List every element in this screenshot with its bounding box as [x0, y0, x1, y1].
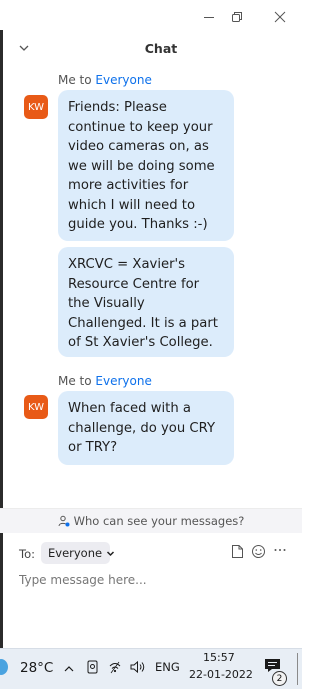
chevron-down-icon: [106, 549, 115, 558]
recipient-dropdown[interactable]: Everyone: [41, 542, 115, 564]
close-icon[interactable]: [267, 4, 293, 30]
avatar: KW: [24, 395, 48, 419]
message-sender: Me to Everyone: [58, 374, 152, 388]
sender-prefix: Me to: [58, 374, 96, 388]
message-bubble[interactable]: When faced with a challenge, do you CRY …: [58, 391, 234, 465]
recipient-link[interactable]: Everyone: [95, 73, 151, 87]
to-label: To:: [19, 547, 35, 561]
restore-icon[interactable]: [224, 4, 250, 30]
person-icon: [58, 515, 70, 527]
taskbar: 28°C ENG 15:57 22-01-2022 2: [0, 648, 302, 689]
clock-date[interactable]: 22-01-2022: [189, 668, 253, 681]
avatar: KW: [24, 95, 48, 119]
message-bubble[interactable]: Friends: Please continue to keep your vi…: [58, 90, 234, 241]
wifi-icon[interactable]: [108, 659, 122, 679]
emoji-icon[interactable]: [251, 544, 266, 563]
message-bubble[interactable]: XRCVC = Xavier's Resource Centre for the…: [58, 247, 234, 357]
message-sender: Me to Everyone: [58, 73, 152, 87]
meet-now-icon[interactable]: [86, 659, 100, 679]
file-icon[interactable]: [231, 544, 244, 563]
message-input[interactable]: [19, 573, 289, 587]
recipient-link[interactable]: Everyone: [95, 374, 151, 388]
who-can-see-link[interactable]: Who can see your messages?: [0, 509, 302, 533]
clock-time[interactable]: 15:57: [203, 651, 235, 664]
chat-title: Chat: [144, 41, 178, 56]
recipient-value: Everyone: [48, 546, 103, 560]
chevron-up-icon[interactable]: [63, 660, 75, 679]
volume-icon[interactable]: [129, 659, 147, 679]
temperature[interactable]: 28°C: [20, 660, 53, 676]
chat-header: Chat: [0, 34, 302, 64]
show-desktop-edge[interactable]: [297, 653, 298, 685]
sender-prefix: Me to: [58, 73, 96, 87]
who-can-see-text: Who can see your messages?: [73, 514, 245, 528]
window-titlebar: [0, 0, 302, 34]
composer-to-row: To: Everyone: [0, 541, 302, 565]
more-icon[interactable]: [273, 542, 287, 560]
weather-icon[interactable]: [0, 659, 8, 675]
notification-count: 2: [272, 671, 287, 686]
minimize-icon[interactable]: [196, 4, 222, 30]
language-indicator[interactable]: ENG: [155, 660, 180, 674]
